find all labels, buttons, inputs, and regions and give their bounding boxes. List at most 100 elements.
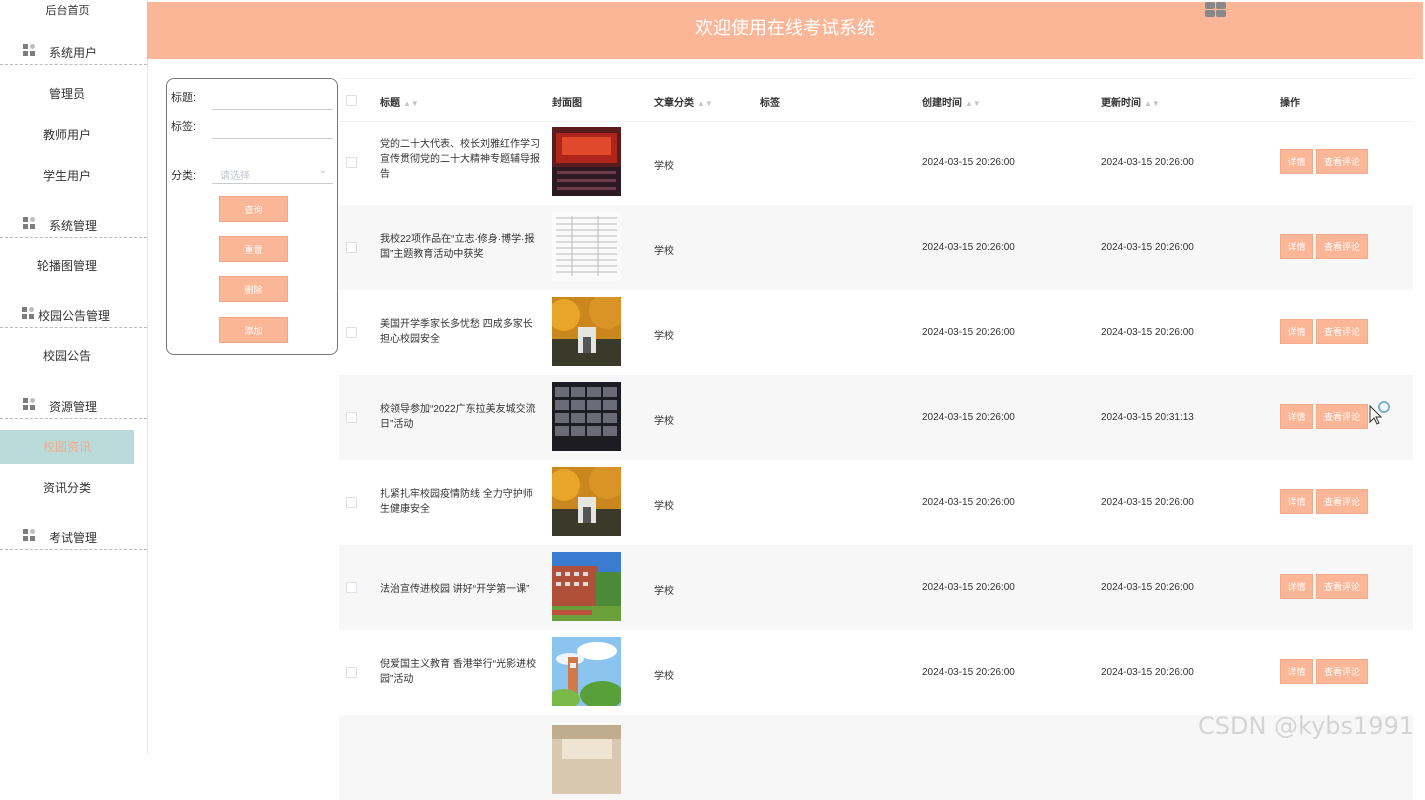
chevron-down-icon: ⌄ [318,165,327,176]
category-select[interactable]: 请选择 ⌄ [212,161,333,184]
row-updated-time: 2024-03-15 20:26:00 [1101,157,1194,168]
table-row: 美国开学季家长多忧愁 四成多家长担心校园安全 学校 2024-03-15 20:… [339,290,1413,375]
column-header-created[interactable]: 创建时间 ▲▼ [922,94,981,109]
view-comments-button[interactable]: 查看评论 [1316,404,1368,429]
column-header-title[interactable]: 标题 ▲▼ [380,94,419,109]
sidebar-group-label: 系统用户 [49,46,98,60]
sidebar-item-students[interactable]: 学生用户 [0,159,134,193]
sidebar-group-system-users[interactable]: 系统用户 [0,40,147,65]
table-row: 法治宣传进校园 讲好“开学第一课” 学校 2024-03-15 20:26:00… [339,545,1413,630]
sidebar-group-exams[interactable]: 考试管理 [0,525,147,550]
table-row: 党的二十大代表、校长刘雅红作学习宣传贯彻党的二十大精神专题辅导报告 学校 202… [339,120,1413,205]
column-header-actions: 操作 [1280,98,1300,109]
view-comments-button[interactable]: 查看评论 [1316,659,1368,684]
view-comments-button[interactable]: 查看评论 [1316,234,1368,259]
detail-button[interactable]: 详情 [1280,234,1313,259]
detail-button[interactable]: 详情 [1280,489,1313,514]
row-updated-time: 2024-03-15 20:26:00 [1101,667,1194,678]
sidebar-group-announcements[interactable]: 校园公告管理 [0,303,147,328]
sidebar-home-link[interactable]: 后台首页 [0,2,135,18]
detail-button[interactable]: 详情 [1280,659,1313,684]
row-checkbox[interactable] [346,157,357,168]
sidebar-group-system-management[interactable]: 系统管理 [0,213,147,238]
category-placeholder: 请选择 [220,171,250,182]
sidebar-group-label: 资源管理 [49,400,98,414]
grid-icon [23,44,35,56]
row-title: 倪爱国主义教育 香港举行“光影进校园”活动 [380,659,537,685]
row-title: 扎紧扎牢校园疫情防线 全力守护师生健康安全 [380,489,533,515]
row-created-time: 2024-03-15 20:26:00 [922,242,1015,253]
user-avatar-icon[interactable] [1205,2,1227,18]
table-row: 校领导参加“2022广东拉美友城交流日”活动 学校 2024-03-15 20:… [339,375,1413,460]
sidebar-item-news-category[interactable]: 资讯分类 [0,471,134,505]
row-category: 学校 [654,671,674,682]
mouse-cursor-icon [1369,401,1390,425]
sidebar-item-campus-news[interactable]: 校园资讯 [0,430,134,464]
reset-button[interactable]: 重置 [219,236,288,262]
row-category: 学校 [654,501,674,512]
select-all-checkbox[interactable] [346,95,357,106]
title-label: 标题: [171,92,197,104]
row-title: 美国开学季家长多忧愁 四成多家长担心校园安全 [380,319,533,345]
query-button[interactable]: 查询 [219,196,288,222]
row-checkbox[interactable] [346,327,357,338]
row-category: 学校 [654,416,674,427]
cover-image [552,382,621,451]
row-updated-time: 2024-03-15 20:26:00 [1101,327,1194,338]
row-checkbox[interactable] [346,667,357,678]
row-checkbox[interactable] [346,497,357,508]
view-comments-button[interactable]: 查看评论 [1316,319,1368,344]
row-category: 学校 [654,246,674,257]
view-comments-button[interactable]: 查看评论 [1316,574,1368,599]
table-header: 标题 ▲▼ 封面图 文章分类 ▲▼ 标签 创建时间 ▲▼ 更新时间 ▲▼ 操作 [339,78,1413,122]
row-created-time: 2024-03-15 20:26:00 [922,157,1015,168]
row-created-time: 2024-03-15 20:26:00 [922,667,1015,678]
delete-button[interactable]: 删除 [219,276,288,302]
table-row: 倪爱国主义教育 香港举行“光影进校园”活动 学校 2024-03-15 20:2… [339,630,1413,715]
cover-image [552,467,621,536]
cover-image [552,725,621,794]
row-created-time: 2024-03-15 20:26:00 [922,412,1015,423]
grid-icon [23,529,35,541]
row-category: 学校 [654,586,674,597]
column-header-tag: 标签 [760,98,780,109]
row-checkbox[interactable] [346,412,357,423]
row-category: 学校 [654,161,674,172]
row-checkbox[interactable] [346,242,357,253]
news-table: 标题 ▲▼ 封面图 文章分类 ▲▼ 标签 创建时间 ▲▼ 更新时间 ▲▼ 操作 党的二十… [339,78,1413,800]
cover-image [552,127,621,196]
title-search-input[interactable] [212,87,333,110]
detail-button[interactable]: 详情 [1280,149,1313,174]
row-category: 学校 [654,331,674,342]
sort-icon: ▲▼ [697,99,713,108]
tag-label: 标签: [171,121,197,133]
view-comments-button[interactable]: 查看评论 [1316,149,1368,174]
detail-button[interactable]: 详情 [1280,319,1313,344]
row-created-time: 2024-03-15 20:26:00 [922,497,1015,508]
row-checkbox[interactable] [346,582,357,593]
detail-button[interactable]: 详情 [1280,404,1313,429]
grid-icon [22,307,34,319]
view-comments-button[interactable]: 查看评论 [1316,489,1368,514]
sidebar-item-teachers[interactable]: 教师用户 [0,118,134,152]
row-updated-time: 2024-03-15 20:26:00 [1101,242,1194,253]
sidebar-item-announcement[interactable]: 校园公告 [0,339,134,373]
column-header-category[interactable]: 文章分类 ▲▼ [654,94,713,109]
detail-button[interactable]: 详情 [1280,574,1313,599]
grid-icon [23,398,35,410]
row-updated-time: 2024-03-15 20:26:00 [1101,497,1194,508]
search-panel: 标题: 标签: 分类: 请选择 ⌄ 查询 重置 删除 添加 [166,78,338,355]
sidebar-group-resources[interactable]: 资源管理 [0,394,147,419]
row-created-time: 2024-03-15 20:26:00 [922,582,1015,593]
sidebar-item-admin[interactable]: 管理员 [0,77,134,111]
add-button[interactable]: 添加 [219,317,288,343]
cover-image [552,212,621,281]
column-header-updated[interactable]: 更新时间 ▲▼ [1101,94,1160,109]
sidebar-item-carousel[interactable]: 轮播图管理 [0,249,134,283]
sort-icon: ▲▼ [965,99,981,108]
row-updated-time: 2024-03-15 20:31:13 [1101,412,1194,423]
row-updated-time: 2024-03-15 20:26:00 [1101,582,1194,593]
sort-icon: ▲▼ [403,99,419,108]
page-title: 欢迎使用在线考试系统 [695,18,875,39]
tag-search-input[interactable] [212,116,333,139]
